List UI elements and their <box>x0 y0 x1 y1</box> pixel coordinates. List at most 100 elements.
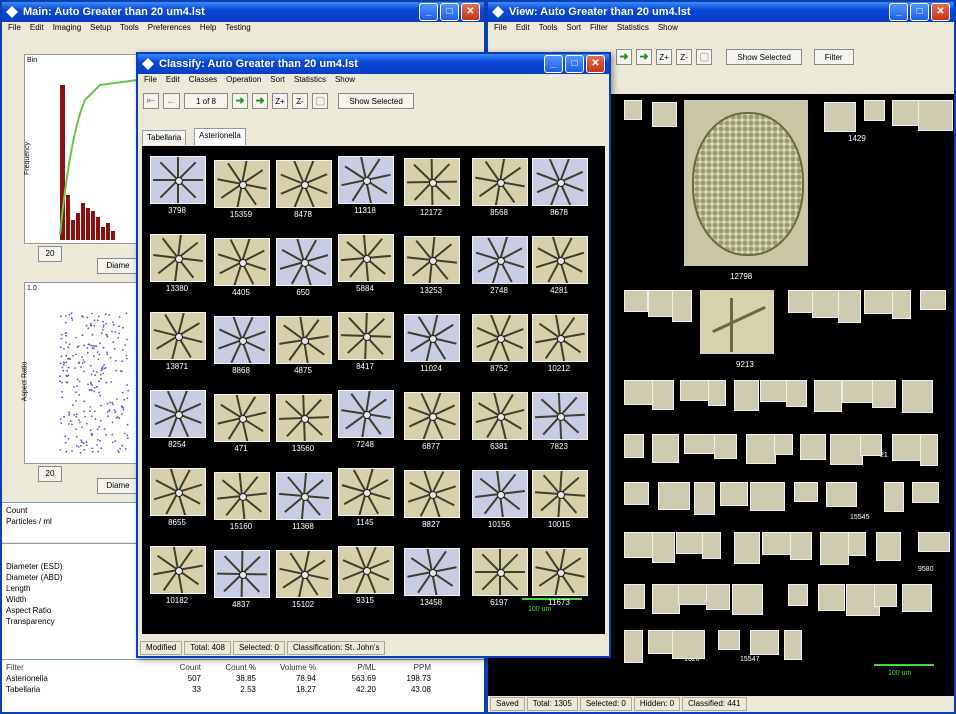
table-header-cell[interactable]: P/ML <box>316 663 376 674</box>
table-header-cell[interactable]: Filter <box>6 663 146 674</box>
minimize-icon[interactable]: _ <box>419 3 438 21</box>
particle-thumbnail[interactable] <box>820 532 849 565</box>
next-page-icon[interactable]: ➜ <box>232 93 248 109</box>
cross-image[interactable] <box>700 290 774 354</box>
thumbnail-cell[interactable]: 10156 <box>472 470 528 536</box>
particle-thumbnail[interactable] <box>624 434 644 458</box>
particle-thumbnail[interactable] <box>652 380 674 410</box>
thumbnail-cell[interactable]: 8655 <box>150 468 206 534</box>
particle-thumbnail[interactable] <box>818 584 845 611</box>
particle-thumbnail[interactable] <box>814 380 842 412</box>
thumbnail-cell[interactable]: 7823 <box>532 392 588 458</box>
menu-file[interactable]: File <box>494 23 507 35</box>
particle-thumbnail[interactable] <box>672 630 705 659</box>
thumbnail-cell[interactable]: 650 <box>276 238 332 304</box>
particle-thumbnail[interactable] <box>672 290 692 322</box>
particle-thumbnail[interactable] <box>624 482 649 505</box>
prev-page-icon[interactable]: ← <box>163 93 180 109</box>
thumbnail-cell[interactable]: 13560 <box>276 394 332 460</box>
menu-tools[interactable]: Tools <box>120 23 139 35</box>
thumbnail-cell[interactable]: 11368 <box>276 472 332 538</box>
particle-thumbnail[interactable] <box>720 482 748 506</box>
hist-diameter-button[interactable]: Diame <box>97 258 139 274</box>
particle-thumbnail[interactable] <box>624 290 648 312</box>
maximize-icon[interactable]: □ <box>565 55 584 73</box>
particle-thumbnail[interactable] <box>920 434 938 466</box>
menu-filter[interactable]: Filter <box>590 23 608 35</box>
menu-show[interactable]: Show <box>335 75 355 87</box>
thumbnail-cell[interactable]: 4281 <box>532 236 588 302</box>
particle-thumbnail[interactable] <box>714 434 737 459</box>
particle-thumbnail[interactable] <box>624 100 642 120</box>
particle-thumbnail[interactable] <box>624 584 645 609</box>
particle-thumbnail[interactable] <box>750 482 785 511</box>
particle-thumbnail[interactable] <box>708 380 726 406</box>
particle-thumbnail[interactable] <box>706 584 730 610</box>
thumbnail-cell[interactable]: 8254 <box>150 390 206 456</box>
particle-thumbnail[interactable] <box>652 102 677 127</box>
page-indicator[interactable]: 1 of 8 <box>184 93 228 109</box>
particle-thumbnail[interactable] <box>826 482 857 507</box>
menu-file[interactable]: File <box>144 75 157 87</box>
particle-thumbnail[interactable] <box>680 380 709 401</box>
thumbnail-cell[interactable]: 8417 <box>338 312 394 378</box>
close-icon[interactable]: ✕ <box>586 55 605 73</box>
thumbnail-cell[interactable]: 11673 <box>532 548 588 614</box>
scatter-diameter-button[interactable]: Diame <box>97 478 139 494</box>
classify-titlebar[interactable]: Classify: Auto Greater than 20 um4.lst _… <box>138 54 609 74</box>
thumbnail-cell[interactable]: 6381 <box>472 392 528 458</box>
menu-testing[interactable]: Testing <box>225 23 250 35</box>
thumbnail-cell[interactable]: 11318 <box>338 156 394 222</box>
menu-edit[interactable]: Edit <box>30 23 44 35</box>
menu-edit[interactable]: Edit <box>516 23 530 35</box>
menu-sort[interactable]: Sort <box>566 23 581 35</box>
particle-thumbnail[interactable] <box>892 290 911 319</box>
maximize-icon[interactable]: □ <box>440 3 459 21</box>
particle-thumbnail[interactable] <box>734 380 759 411</box>
menu-statistics[interactable]: Statistics <box>617 23 649 35</box>
particle-thumbnail[interactable] <box>794 482 818 502</box>
thumbnail-cell[interactable]: 15160 <box>214 472 270 538</box>
scatter-xmin-field[interactable]: 20 <box>38 466 62 482</box>
particle-thumbnail[interactable] <box>786 380 807 407</box>
particle-thumbnail[interactable] <box>702 532 721 559</box>
thumbnail-cell[interactable]: 8827 <box>404 470 460 536</box>
hist-xmin-field[interactable]: 20 <box>38 246 62 262</box>
table-header-cell[interactable]: Volume % <box>256 663 316 674</box>
particle-thumbnail[interactable] <box>648 630 674 654</box>
thumbnail-cell[interactable]: 4837 <box>214 550 270 616</box>
particle-thumbnail[interactable] <box>746 434 776 464</box>
thumbnail-cell[interactable]: 8478 <box>276 160 332 226</box>
thumbnail-cell[interactable]: 11024 <box>404 314 460 380</box>
thumbnail-cell[interactable]: 10212 <box>532 314 588 380</box>
particle-thumbnail[interactable] <box>918 100 953 131</box>
last-page-icon[interactable]: ➜ <box>252 93 268 109</box>
main-titlebar[interactable]: Main: Auto Greater than 20 um4.lst _ □ ✕ <box>2 2 484 22</box>
particle-thumbnail[interactable] <box>902 584 932 612</box>
table-header-cell[interactable]: Count % <box>201 663 256 674</box>
menu-help[interactable]: Help <box>200 23 216 35</box>
thumbnail-cell[interactable]: 13871 <box>150 312 206 378</box>
sort-ascending-button[interactable]: Z+ <box>272 93 288 109</box>
particle-thumbnail[interactable] <box>902 380 933 413</box>
menu-edit[interactable]: Edit <box>166 75 180 87</box>
menu-operation[interactable]: Operation <box>226 75 261 87</box>
thumbnail-cell[interactable]: 3798 <box>150 156 206 222</box>
particle-thumbnail[interactable] <box>892 434 921 461</box>
particle-thumbnail[interactable] <box>920 290 946 310</box>
thumbnail-cell[interactable]: 6197 <box>472 548 528 614</box>
next-icon[interactable]: ➜ <box>616 49 632 65</box>
particle-thumbnail[interactable] <box>694 482 715 515</box>
thumbnail-cell[interactable]: 13253 <box>404 236 460 302</box>
particle-thumbnail[interactable] <box>734 532 760 564</box>
particle-thumbnail[interactable] <box>884 482 904 512</box>
minimize-icon[interactable]: _ <box>889 3 908 21</box>
thumbnail-cell[interactable]: 15102 <box>276 550 332 616</box>
thumbnail-cell[interactable]: 9315 <box>338 546 394 612</box>
particle-thumbnail[interactable] <box>892 100 920 126</box>
tab-asterionella[interactable]: Asterionella <box>194 128 246 145</box>
first-page-icon[interactable]: ⇤ <box>143 93 159 109</box>
close-icon[interactable]: ✕ <box>461 3 480 21</box>
table-row[interactable]: Asterionella 507 38.85 78.94 563.69 198.… <box>2 674 484 685</box>
particle-thumbnail[interactable] <box>652 434 679 463</box>
